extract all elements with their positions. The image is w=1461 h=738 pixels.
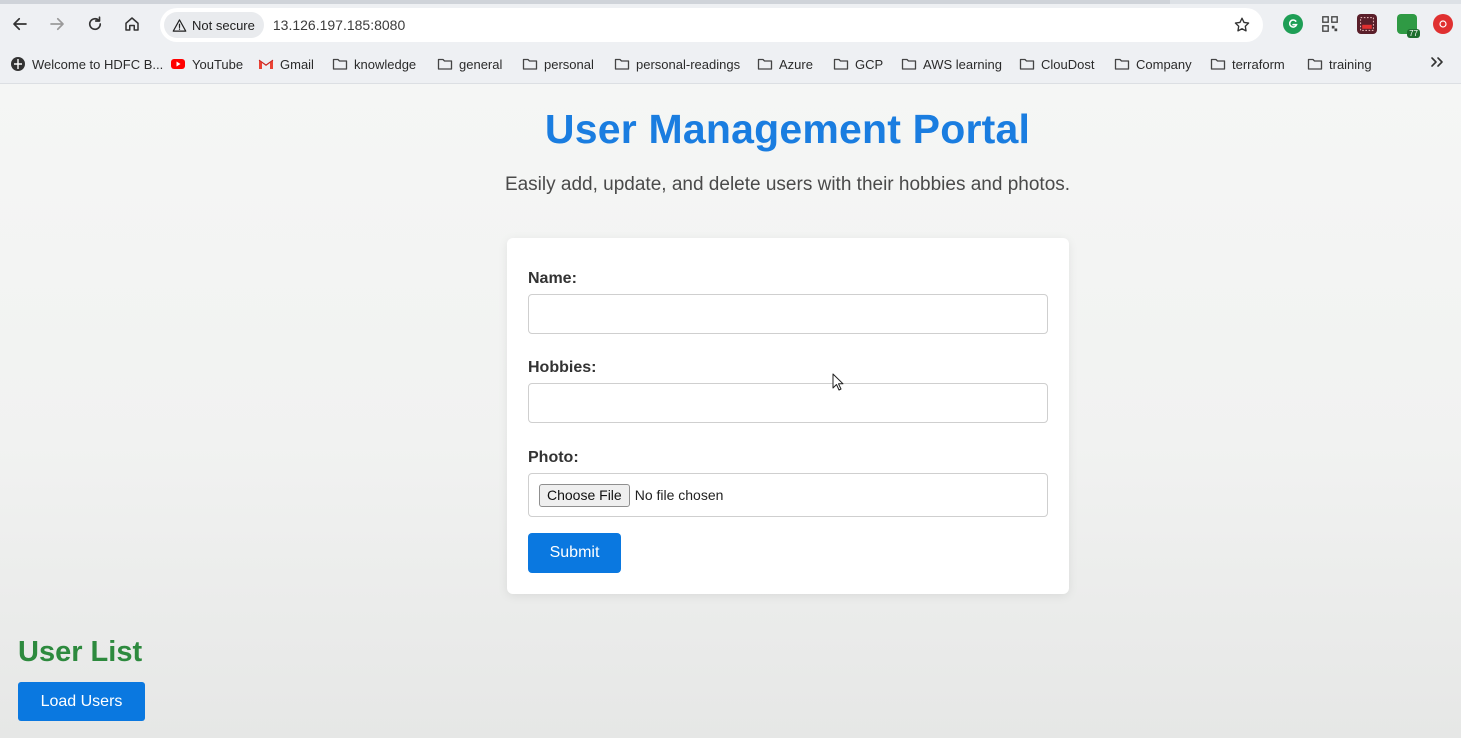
profile-extension-icon[interactable] <box>1433 14 1453 34</box>
folder-icon <box>833 58 849 70</box>
qr-code-icon <box>1322 16 1338 32</box>
bookmark-label: Azure <box>779 56 813 72</box>
bookmark-label: GCP <box>855 56 884 72</box>
grammarly-g-icon <box>1288 19 1298 28</box>
bookmarks-bar: Welcome to HDFC B... YouTube Gmail knowl… <box>0 52 1461 76</box>
bookmark-label: ClouDost <box>1041 56 1095 72</box>
security-label: Not secure <box>192 17 255 33</box>
bookmark-personal[interactable]: personal <box>522 54 594 74</box>
bookmark-label: AWS learning <box>923 56 1002 72</box>
grid-off-icon <box>1360 17 1374 31</box>
folder-icon <box>757 58 773 70</box>
bookmark-general[interactable]: general <box>437 54 502 74</box>
extension-badge: 77 <box>1407 29 1420 38</box>
choose-file-button[interactable]: Choose File <box>539 483 630 507</box>
page-subtitle: Easily add, update, and delete users wit… <box>504 174 1071 195</box>
sheets-extension-icon[interactable]: 77 <box>1397 14 1420 38</box>
bookmark-terraform[interactable]: terraform <box>1210 54 1285 74</box>
qr-extension-icon[interactable] <box>1320 14 1340 34</box>
bookmark-label: knowledge <box>354 56 417 72</box>
page-title: User Management Portal <box>544 106 1031 152</box>
hobbies-label: Hobbies: <box>528 359 597 376</box>
bookmark-gmail[interactable]: Gmail <box>258 54 314 74</box>
bookmark-personal-readings[interactable]: personal-readings <box>614 54 740 74</box>
address-bar[interactable]: Not secure 13.126.197.185:8080 <box>160 8 1263 42</box>
bookmark-company[interactable]: Company <box>1114 54 1192 74</box>
home-icon <box>125 17 139 31</box>
bookmark-gcp[interactable]: GCP <box>833 54 883 74</box>
bookmark-label: personal-readings <box>636 56 741 72</box>
photo-file-input[interactable]: Choose File No file chosen <box>528 473 1048 517</box>
load-users-button[interactable]: Load Users <box>18 682 145 721</box>
warning-icon <box>172 18 187 32</box>
mouse-cursor-icon <box>832 373 844 391</box>
folder-icon <box>437 58 453 70</box>
bookmark-label: Gmail <box>280 56 314 72</box>
grammarly-extension-icon[interactable] <box>1283 14 1303 34</box>
url-text[interactable]: 13.126.197.185:8080 <box>273 17 405 33</box>
folder-icon <box>1210 58 1226 70</box>
hobbies-input[interactable] <box>528 383 1048 423</box>
user-form-card: Name: Hobbies: Photo: Choose File No fil… <box>507 238 1069 594</box>
arrow-left-icon <box>13 17 27 31</box>
page-content: User Management Portal Easily add, updat… <box>0 84 1461 738</box>
bookmark-hdfc[interactable]: Welcome to HDFC B... <box>10 54 163 74</box>
folder-icon <box>1307 58 1323 70</box>
reload-icon <box>88 16 102 31</box>
bookmark-label: personal <box>544 56 594 72</box>
folder-icon <box>1114 58 1130 70</box>
hdfc-globe-icon <box>11 57 25 71</box>
home-button[interactable] <box>118 10 146 38</box>
bookmark-label: general <box>459 56 503 72</box>
folder-icon <box>1019 58 1035 70</box>
forward-button[interactable] <box>43 10 71 38</box>
active-tab-edge[interactable] <box>0 0 1170 4</box>
reload-button[interactable] <box>81 10 109 38</box>
bookmark-star-icon[interactable] <box>1233 16 1251 34</box>
tab-strip <box>0 0 1461 4</box>
folder-icon <box>522 58 538 70</box>
bookmark-cloudost[interactable]: ClouDost <box>1019 54 1094 74</box>
coupon-extension-icon[interactable] <box>1357 14 1377 34</box>
bookmark-label: YouTube <box>192 56 244 72</box>
bookmark-azure[interactable]: Azure <box>757 54 813 74</box>
bookmark-label: Company <box>1136 56 1192 72</box>
bookmark-label: Welcome to HDFC B... <box>32 56 164 72</box>
youtube-icon <box>171 59 185 69</box>
name-label: Name: <box>528 270 577 287</box>
bookmark-label: terraform <box>1232 56 1285 72</box>
folder-icon <box>332 58 348 70</box>
arrow-right-icon <box>50 17 64 31</box>
folder-icon <box>614 58 630 70</box>
submit-button[interactable]: Submit <box>528 533 621 573</box>
gmail-icon <box>258 59 274 69</box>
bookmark-knowledge[interactable]: knowledge <box>332 54 416 74</box>
security-chip[interactable]: Not secure <box>164 12 264 38</box>
browser-chrome: Not secure 13.126.197.185:8080 77 Welcom… <box>0 0 1461 84</box>
chevron-double-right-icon[interactable] <box>1429 54 1445 70</box>
bookmark-training[interactable]: training <box>1307 54 1372 74</box>
name-input[interactable] <box>528 294 1048 334</box>
bookmark-aws-learning[interactable]: AWS learning <box>901 54 1002 74</box>
user-list-title: User List <box>18 636 143 668</box>
back-button[interactable] <box>6 10 34 38</box>
bookmark-youtube[interactable]: YouTube <box>170 54 243 74</box>
file-status-text: No file chosen <box>634 487 724 503</box>
photo-label: Photo: <box>528 449 579 466</box>
folder-icon <box>901 58 917 70</box>
bookmark-label: training <box>1329 56 1372 72</box>
pin-icon <box>1439 20 1447 28</box>
